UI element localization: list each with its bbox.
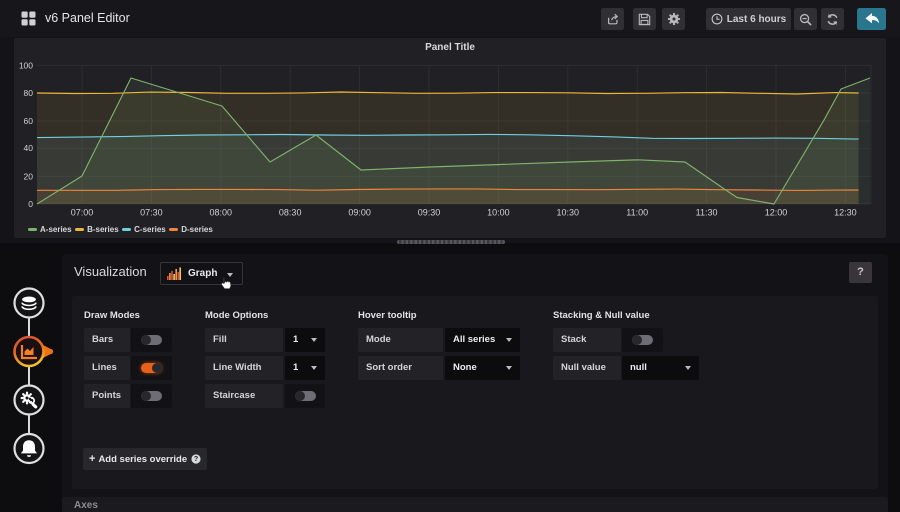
svg-text:08:00: 08:00 <box>210 208 233 218</box>
svg-text:80: 80 <box>24 88 34 98</box>
svg-text:08:30: 08:30 <box>279 208 302 218</box>
svg-text:40: 40 <box>24 143 34 153</box>
svg-text:100: 100 <box>19 60 33 70</box>
svg-text:12:30: 12:30 <box>834 208 857 218</box>
svg-text:09:00: 09:00 <box>348 208 371 218</box>
svg-text:11:30: 11:30 <box>696 208 718 218</box>
svg-text:60: 60 <box>24 116 34 126</box>
svg-text:07:30: 07:30 <box>140 208 163 218</box>
svg-text:20: 20 <box>24 171 34 181</box>
svg-text:10:00: 10:00 <box>487 208 510 218</box>
svg-text:?: ? <box>194 455 198 463</box>
svg-text:10:30: 10:30 <box>557 208 580 218</box>
svg-text:09:30: 09:30 <box>418 208 441 218</box>
svg-text:07:00: 07:00 <box>71 208 94 218</box>
svg-text:12:00: 12:00 <box>765 208 788 218</box>
svg-text:0: 0 <box>28 199 33 209</box>
svg-text:11:00: 11:00 <box>626 208 648 218</box>
